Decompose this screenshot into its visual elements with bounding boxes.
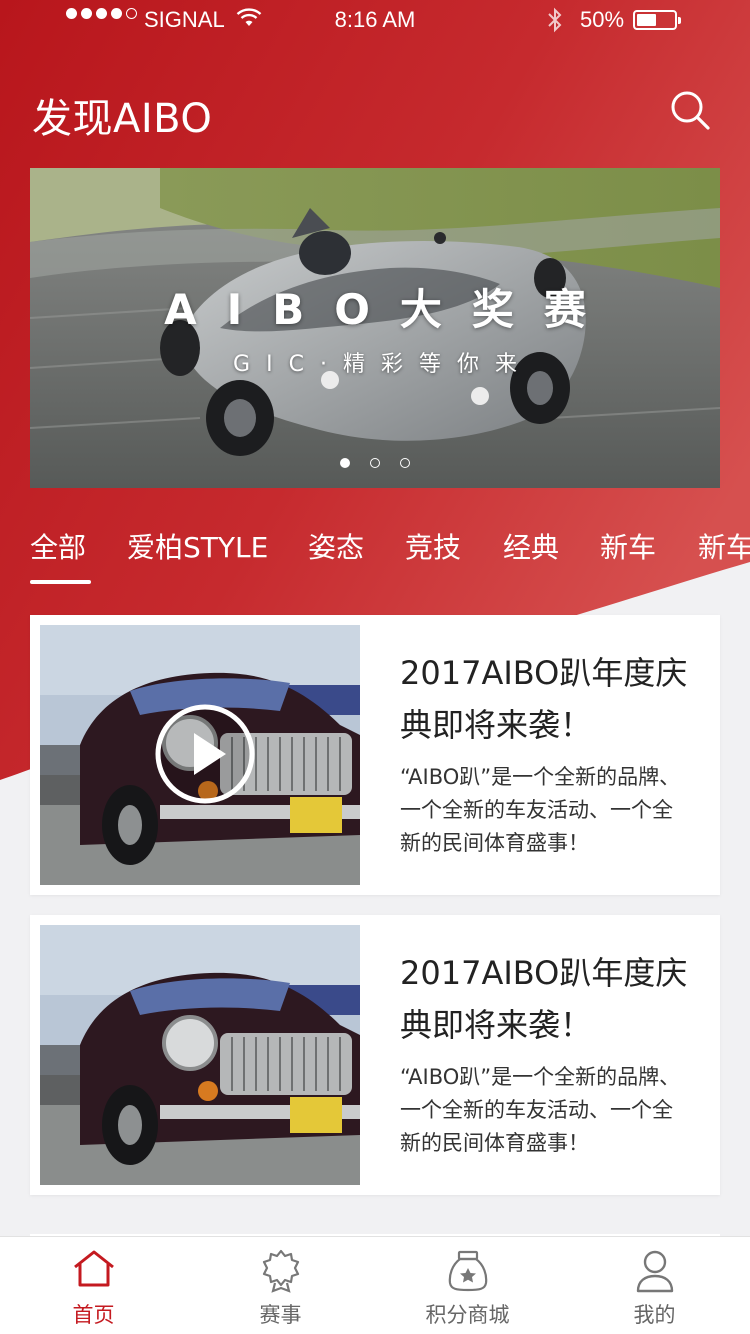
tab-new-car-2[interactable]: 新车 [698,526,750,566]
article-description: “AIBO趴”是一个全新的品牌、一个全新的车友活动、一个全新的民间体育盛事！ [400,1065,681,1155]
tab-aibo-style[interactable]: 爱柏STYLE [127,526,268,566]
banner-dot-2[interactable] [370,458,380,468]
tabbar-label-profile: 我的 [633,1303,676,1327]
banner-title: AIBO大奖赛 [164,285,616,334]
article-title: 2017AIBO趴年度庆典即将来袭！ [400,954,688,1044]
article-card[interactable]: 2017AIBO趴年度庆典即将来袭！ “AIBO趴”是一个全新的品牌、一个全新的… [30,915,720,1195]
search-icon[interactable] [668,88,712,132]
tabbar-label-points-mall: 积分商城 [425,1303,510,1327]
person-icon [636,1250,673,1293]
article-card[interactable]: 2017AIBO趴年度庆典即将来袭！ “AIBO趴”是一个全新的品牌、一个全新的… [30,615,720,895]
battery-percentage: 50% [580,7,625,32]
battery-icon [633,10,681,30]
page-title: 发现AIBO [32,96,213,142]
tab-posture[interactable]: 姿态 [308,526,364,566]
active-tab-indicator [30,580,91,584]
bottom-tab-bar: 首页 赛事 积分商城 我的 [0,1236,750,1334]
tab-racing[interactable]: 竞技 [405,526,461,566]
article-title: 2017AIBO趴年度庆典即将来袭！ [400,654,688,744]
tab-all[interactable]: 全部 [30,526,86,566]
medal-icon [262,1249,299,1293]
status-bar: SIGNAL 8:16 AM 50% [0,0,750,40]
tab-new-car[interactable]: 新车 [600,526,656,566]
classic-car-photo [40,925,360,1185]
banner-pagination [0,458,750,468]
bluetooth-icon [548,7,562,33]
banner-dot-3[interactable] [400,458,410,468]
tabbar-events[interactable]: 赛事 [187,1237,374,1334]
money-bag-icon [448,1250,487,1292]
tabbar-profile[interactable]: 我的 [561,1237,748,1334]
home-icon [73,1250,114,1287]
play-video-icon[interactable] [154,703,256,805]
article-thumbnail [40,625,360,885]
banner-subtitle: GIC·精彩等你来 [233,352,533,377]
tabbar-label-home: 首页 [72,1303,115,1327]
article-thumbnail [40,925,360,1185]
tabbar-label-events: 赛事 [259,1303,302,1327]
hero-banner[interactable]: AIBO大奖赛 GIC·精彩等你来 [30,168,720,488]
tabbar-home[interactable]: 首页 [0,1237,187,1334]
tabbar-points-mall[interactable]: 积分商城 [374,1237,561,1334]
banner-dot-1[interactable] [340,458,350,468]
tab-classic[interactable]: 经典 [503,526,559,566]
category-tabs: 全部 爱柏STYLE 姿态 竞技 经典 新车 新车 [0,520,750,590]
article-description: “AIBO趴”是一个全新的品牌、一个全新的车友活动、一个全新的民间体育盛事！ [400,765,681,855]
